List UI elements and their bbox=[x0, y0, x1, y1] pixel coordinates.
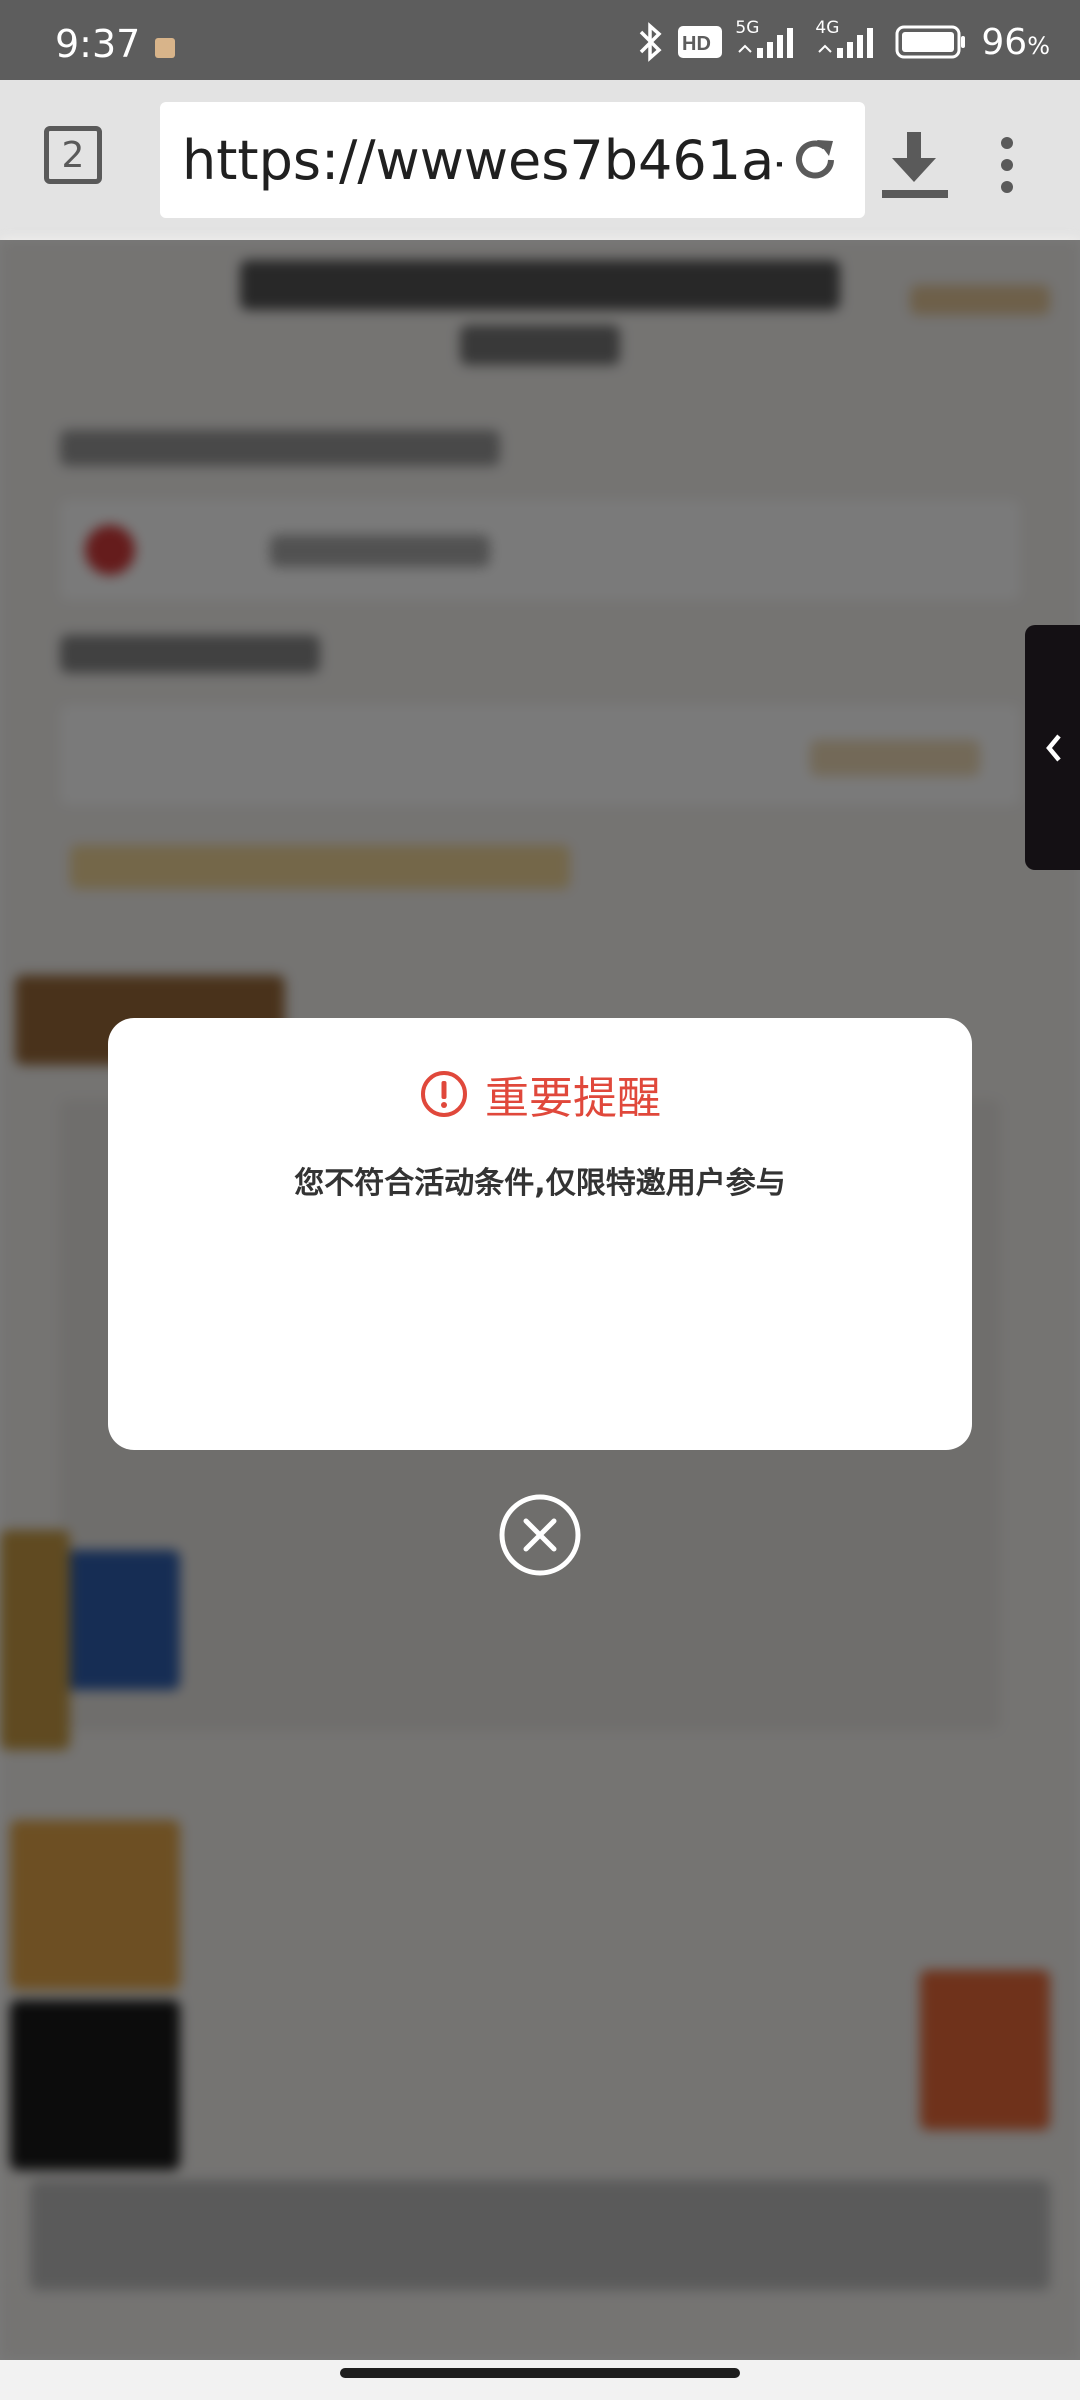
home-indicator[interactable] bbox=[340, 2368, 740, 2378]
reload-icon[interactable] bbox=[787, 132, 843, 188]
tab-switcher-button[interactable]: 2 bbox=[44, 126, 102, 184]
battery-icon bbox=[895, 25, 966, 59]
close-circle-icon bbox=[499, 1494, 581, 1576]
status-bar: 9:37 HD 5G 4G 96% bbox=[0, 0, 1080, 80]
address-bar[interactable]: https://wwwes7b461a-532 bbox=[160, 102, 865, 218]
signal-4g: 4G bbox=[815, 18, 883, 62]
status-time: 9:37 bbox=[55, 22, 141, 66]
url-text[interactable]: https://wwwes7b461a-532 bbox=[182, 129, 782, 192]
system-nav-bar bbox=[0, 2360, 1080, 2400]
dialog-message: 您不符合活动条件,仅限特邀用户参与 bbox=[294, 1166, 786, 1201]
download-icon[interactable] bbox=[880, 128, 950, 200]
signal-5g-icon bbox=[738, 28, 794, 58]
status-icons: HD 5G 4G 96% bbox=[635, 18, 1050, 64]
signal-5g: 5G bbox=[735, 18, 803, 62]
bluetooth-icon bbox=[640, 22, 662, 62]
hd-icon: HD bbox=[678, 26, 723, 58]
dialog-close-button[interactable] bbox=[498, 1493, 582, 1577]
chevron-left-icon bbox=[1045, 734, 1061, 761]
svg-text:HD: HD bbox=[682, 33, 711, 55]
dialog-title: 重要提醒 bbox=[108, 1054, 972, 1134]
battery-percentage: 96% bbox=[981, 21, 1050, 63]
signal-4g-icon bbox=[818, 28, 874, 58]
notification-app-icon bbox=[155, 38, 175, 58]
alert-dialog: 重要提醒 您不符合活动条件,仅限特邀用户参与 bbox=[108, 1018, 972, 1450]
dialog-title-text: 重要提醒 bbox=[485, 1073, 661, 1124]
side-drawer-tab[interactable] bbox=[1025, 625, 1080, 870]
more-vertical-icon[interactable] bbox=[995, 135, 1019, 195]
alert-circle-icon bbox=[421, 1071, 467, 1117]
browser-toolbar: 2 https://wwwes7b461a-532 bbox=[0, 80, 1080, 240]
